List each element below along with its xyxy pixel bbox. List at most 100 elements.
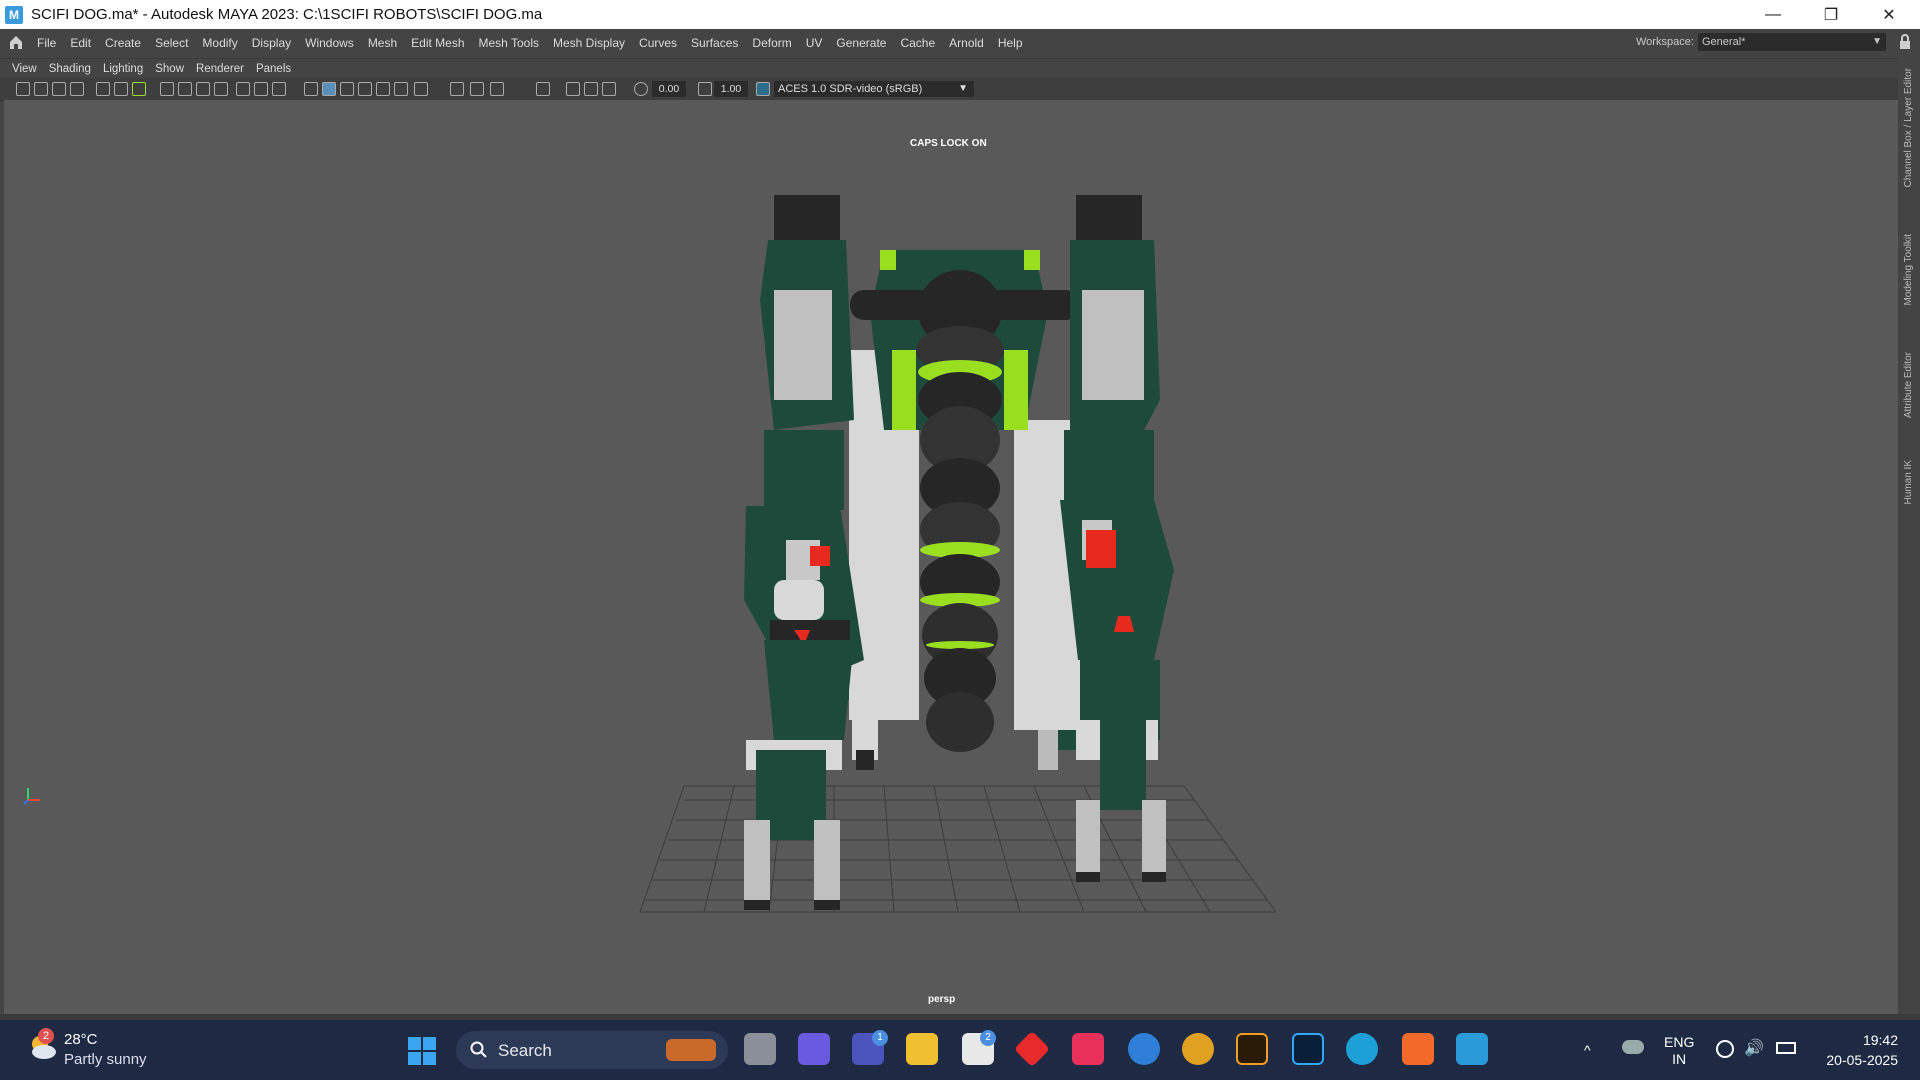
menu-windows[interactable]: Windows xyxy=(298,36,361,50)
camera-icon[interactable] xyxy=(16,82,30,96)
minimize-button[interactable]: — xyxy=(1744,0,1802,29)
panel-menu-lighting[interactable]: Lighting xyxy=(97,63,149,75)
menu-display[interactable]: Display xyxy=(245,36,298,50)
menu-help[interactable]: Help xyxy=(991,36,1030,50)
safe-title-icon[interactable] xyxy=(254,82,268,96)
restore-button[interactable]: ❐ xyxy=(1802,0,1860,29)
menu-modify[interactable]: Modify xyxy=(195,36,244,50)
panel-menu-bar: View Shading Lighting Show Renderer Panels xyxy=(0,58,1898,79)
wireframe-on-shaded-icon[interactable] xyxy=(340,82,354,96)
depth-of-field-icon[interactable] xyxy=(490,82,504,96)
search-label: Search xyxy=(498,1041,552,1060)
menu-generate[interactable]: Generate xyxy=(829,36,893,50)
lock-icon[interactable] xyxy=(1898,34,1912,50)
brave-icon[interactable] xyxy=(1402,1033,1434,1065)
panel-menu-renderer[interactable]: Renderer xyxy=(190,63,250,75)
system-clock[interactable]: 19:42 20-05-2025 xyxy=(1818,1030,1898,1070)
weather-temperature[interactable]: 28°C xyxy=(64,1031,98,1048)
taskbar-search[interactable]: Search xyxy=(456,1031,728,1069)
menu-arnold[interactable]: Arnold xyxy=(942,36,991,50)
workspace-select[interactable]: General* ▼ xyxy=(1698,33,1886,51)
screen-space-ao-icon[interactable] xyxy=(414,82,428,96)
windows-start-icon[interactable] xyxy=(407,1036,437,1066)
menu-curves[interactable]: Curves xyxy=(632,36,684,50)
resolution-gate-icon[interactable] xyxy=(178,82,192,96)
grease-pencil-icon[interactable] xyxy=(96,82,110,96)
maya-app-icon: M xyxy=(5,5,23,24)
menu-select[interactable]: Select xyxy=(148,36,195,50)
xray-joints-icon[interactable] xyxy=(584,82,598,96)
2d-pan-zoom-icon[interactable] xyxy=(114,82,128,96)
panel-menu-shading[interactable]: Shading xyxy=(43,63,97,75)
isolate-select-icon[interactable] xyxy=(536,82,550,96)
safe-action-icon[interactable] xyxy=(236,82,250,96)
maya-taskbar-icon[interactable] xyxy=(1456,1033,1488,1065)
region-code: IN xyxy=(1672,1051,1687,1067)
gate-mask-icon[interactable] xyxy=(196,82,210,96)
image-plane-icon[interactable] xyxy=(70,82,84,96)
panel-menu-items: View Shading Lighting Show Renderer Panels xyxy=(6,59,297,79)
illustrator-icon[interactable] xyxy=(1236,1033,1268,1065)
tab-modeling-toolkit[interactable]: Modeling Toolkit xyxy=(1903,234,1914,306)
anydesk-icon[interactable] xyxy=(1013,1030,1051,1068)
edge-icon[interactable] xyxy=(1346,1033,1378,1065)
tab-attribute-editor[interactable]: Attribute Editor xyxy=(1903,352,1914,418)
menu-mesh[interactable]: Mesh xyxy=(361,36,404,50)
clock-date: 20-05-2025 xyxy=(1826,1052,1898,1068)
menu-mesh-tools[interactable]: Mesh Tools xyxy=(472,36,546,50)
chevron-up-icon[interactable]: ^ xyxy=(1584,1042,1591,1058)
file-explorer-icon[interactable] xyxy=(906,1033,938,1065)
forza-icon[interactable] xyxy=(1072,1033,1104,1065)
panel-menu-view[interactable]: View xyxy=(6,63,43,75)
home-icon[interactable] xyxy=(8,34,24,50)
menu-mesh-display[interactable]: Mesh Display xyxy=(546,36,632,50)
tab-human-ik[interactable]: Human IK xyxy=(1903,460,1914,504)
menu-surfaces[interactable]: Surfaces xyxy=(684,36,745,50)
panel-menu-panels[interactable]: Panels xyxy=(250,63,297,75)
exposure-value[interactable]: 0.00 xyxy=(652,81,686,97)
shaded-active-icon[interactable] xyxy=(322,82,336,96)
textured-icon[interactable] xyxy=(358,82,372,96)
motion-blur-icon[interactable] xyxy=(450,82,464,96)
network-icon[interactable] xyxy=(1716,1040,1734,1058)
xray-components-icon[interactable] xyxy=(602,82,616,96)
xray-icon[interactable] xyxy=(566,82,580,96)
wireframe-icon[interactable] xyxy=(272,82,286,96)
panel-menu-show[interactable]: Show xyxy=(149,63,190,75)
camera-attributes-icon[interactable] xyxy=(34,82,48,96)
volume-icon[interactable]: 🔊 xyxy=(1744,1038,1764,1058)
menu-uv[interactable]: UV xyxy=(799,36,830,50)
menu-deform[interactable]: Deform xyxy=(745,36,798,50)
smooth-shade-icon[interactable] xyxy=(304,82,318,96)
weather-condition[interactable]: Partly sunny xyxy=(64,1051,147,1068)
film-gate-icon[interactable] xyxy=(160,82,174,96)
use-lights-icon[interactable] xyxy=(376,82,390,96)
photoshop-icon[interactable] xyxy=(1292,1033,1324,1065)
menu-edit-mesh[interactable]: Edit Mesh xyxy=(404,36,471,50)
exposure-icon[interactable] xyxy=(634,82,648,96)
onedrive-icon[interactable] xyxy=(1622,1040,1644,1054)
copilot-icon[interactable] xyxy=(798,1033,830,1065)
menu-cache[interactable]: Cache xyxy=(893,36,942,50)
chrome-icon[interactable] xyxy=(1182,1033,1214,1065)
chevron-down-icon: ▼ xyxy=(1872,36,1882,47)
tab-channel-box[interactable]: Channel Box / Layer Editor xyxy=(1903,68,1914,188)
grid-toggle-icon[interactable] xyxy=(132,82,146,96)
input-language[interactable]: ENG IN xyxy=(1664,1034,1694,1068)
get-help-icon[interactable] xyxy=(1128,1033,1160,1065)
field-chart-icon[interactable] xyxy=(214,82,228,96)
view-transform-select[interactable]: ACES 1.0 SDR-video (sRGB) ▼ xyxy=(774,81,974,97)
color-management-icon[interactable] xyxy=(756,82,770,96)
perspective-viewport[interactable] xyxy=(4,100,1898,1014)
gamma-value[interactable]: 1.00 xyxy=(714,81,748,97)
gamma-icon[interactable] xyxy=(698,82,712,96)
task-view-icon[interactable] xyxy=(744,1033,776,1065)
multisample-aa-icon[interactable] xyxy=(470,82,484,96)
menu-file[interactable]: File xyxy=(30,36,63,50)
shadows-icon[interactable] xyxy=(394,82,408,96)
bookmark-icon[interactable] xyxy=(52,82,66,96)
menu-create[interactable]: Create xyxy=(98,36,148,50)
close-button[interactable]: ✕ xyxy=(1860,0,1918,29)
menu-edit[interactable]: Edit xyxy=(63,36,98,50)
battery-icon[interactable] xyxy=(1776,1042,1796,1054)
